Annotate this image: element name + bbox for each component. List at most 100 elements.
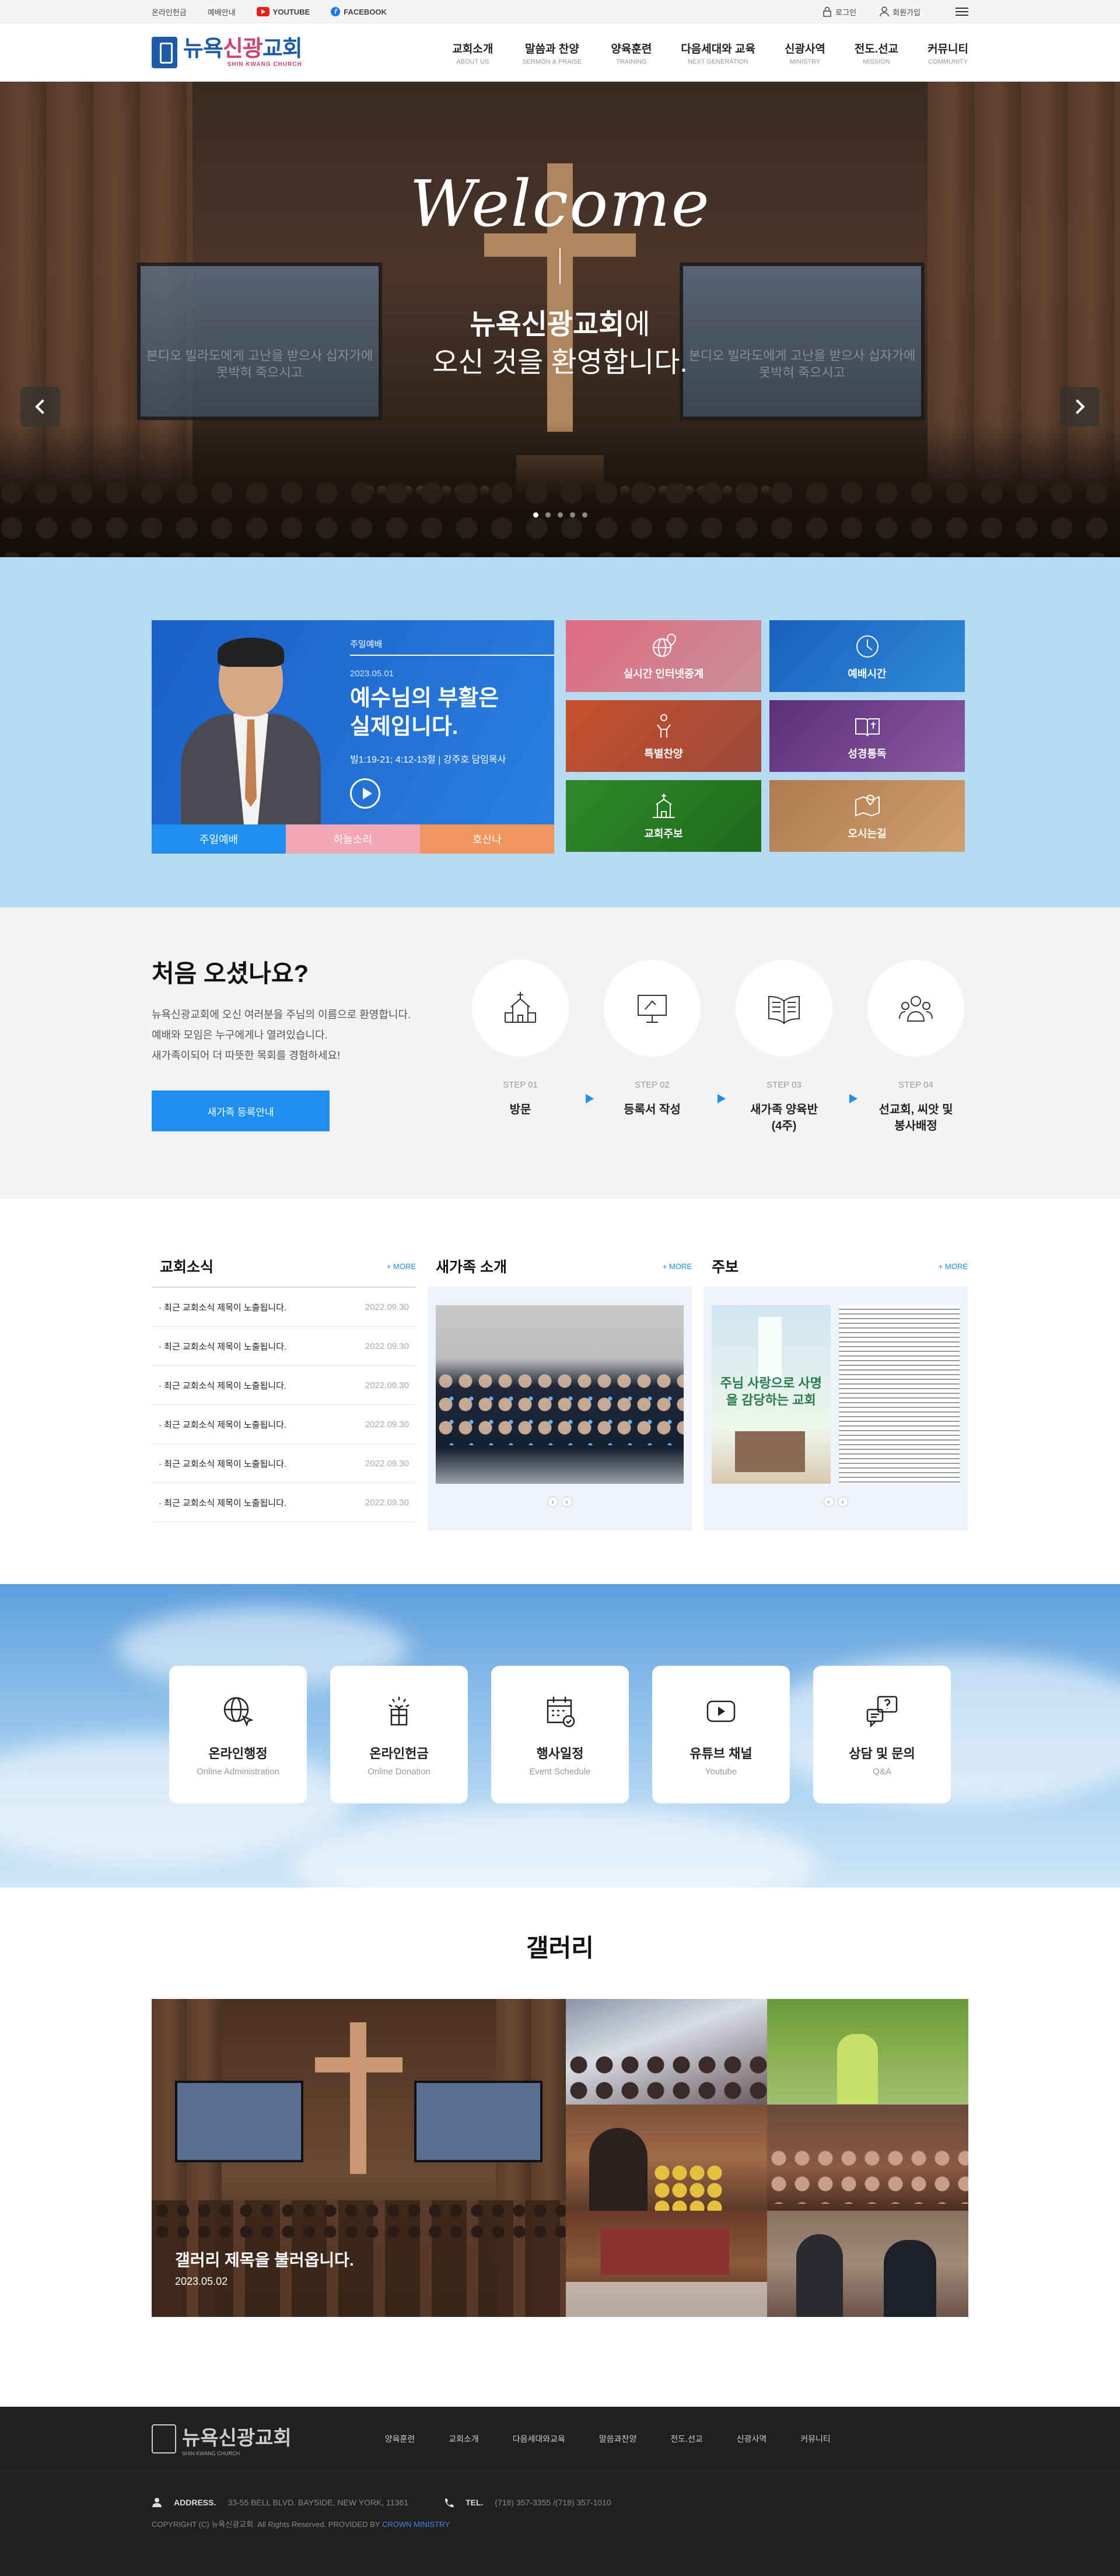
quick-live-stream[interactable]: 실시간 인터넷중계 <box>566 620 761 692</box>
quick-church-bulletin[interactable]: 교회주보 <box>566 780 761 852</box>
globe-pin-icon <box>652 633 676 657</box>
gallery-featured-photo[interactable]: 갤러리 제목을 불러옵니다. 2023.05.02 <box>152 1999 566 2317</box>
nav-community[interactable]: 커뮤니티 COMMUNITY <box>928 40 968 65</box>
site-footer: 뉴욕신광교회 SHIN KWANG CHURCH 양육훈련 교회소개 다음세대와… <box>0 2407 1120 2576</box>
facebook-link[interactable]: f FACEBOOK <box>331 7 387 16</box>
slider-dot[interactable] <box>557 512 563 518</box>
quick-online-admin[interactable]: 온라인행정 Online Administration <box>169 1666 307 1803</box>
quick-worship-time[interactable]: 예배시간 <box>769 620 965 692</box>
new-family-photo[interactable] <box>436 1305 684 1484</box>
news-title: 교회소식 <box>160 1259 214 1275</box>
slider-dot[interactable] <box>569 512 575 518</box>
step-name: 방문 <box>509 1103 531 1116</box>
footer-nav-item[interactable]: 말씀과찬양 <box>599 2433 636 2445</box>
hero-title: 뉴욕신광교회에 오신 것을 환영합니다. <box>432 309 688 378</box>
nav-ministry[interactable]: 신광사역 MINISTRY <box>785 40 825 65</box>
slider-dot[interactable] <box>533 512 538 518</box>
new-family-title: 새가족 소개 <box>436 1259 507 1275</box>
arrow-right-icon <box>849 1094 858 1103</box>
site-logo[interactable]: 뉴욕신광교회 SHIN KWANG CHURCH <box>152 37 303 68</box>
more-link[interactable]: + MORE <box>939 1262 968 1271</box>
gallery-caption-date: 2023.05.02 <box>175 2276 228 2287</box>
quick-bible-reading[interactable]: 성경통독 <box>769 700 965 772</box>
more-link[interactable]: + MORE <box>387 1262 416 1271</box>
hero-welcome-script: Welcome <box>410 166 710 241</box>
gallery-thumbnail[interactable] <box>566 1999 767 2105</box>
link-worship-info[interactable]: 예배안내 <box>208 6 236 18</box>
list-item[interactable]: · 최근 교회소식 제목이 노출됩니다. 2022.09.30 <box>152 1405 416 1444</box>
tab-hosanna[interactable]: 호산나 <box>420 824 554 854</box>
footer-nav-item[interactable]: 전도.선교 <box>670 2433 702 2445</box>
sermon-title[interactable]: 예수님의 부활은 실제입니다. <box>350 684 554 742</box>
sermon-date: 2023.05.01 <box>350 669 394 679</box>
login-link[interactable]: 로그인 <box>822 6 856 18</box>
sermon-label: 주일예배 <box>350 638 554 656</box>
bulletin-image[interactable]: 주님 사랑으로 사명을 감당하는 교회 <box>712 1305 960 1484</box>
sermon-reference: 빌1:19-21; 4:12-13절 | 강주호 담임목사 <box>350 754 506 765</box>
chat-question-icon <box>866 1696 898 1728</box>
new-member-button[interactable]: 새가족 등록안내 <box>152 1090 330 1132</box>
quick-qna[interactable]: 상담 및 문의 Q&A <box>813 1666 951 1803</box>
slider-dot[interactable] <box>545 512 551 518</box>
list-item[interactable]: · 최근 교회소식 제목이 노출됩니다. 2022.09.30 <box>152 1483 416 1522</box>
gallery-thumbnail[interactable] <box>767 2211 968 2317</box>
visit-title: 처음 오셨나요? <box>152 960 309 987</box>
list-item[interactable]: · 최근 교회소식 제목이 노출됩니다. 2022.09.30 <box>152 1288 416 1327</box>
prev-icon[interactable]: ‹ <box>547 1497 558 1507</box>
next-icon[interactable]: › <box>561 1497 572 1507</box>
facebook-icon: f <box>331 7 341 16</box>
gallery-thumbnail[interactable] <box>767 1999 968 2105</box>
quick-online-donation[interactable]: 온라인헌금 Online Donation <box>330 1666 468 1803</box>
list-item[interactable]: · 최근 교회소식 제목이 노출됩니다. 2022.09.30 <box>152 1444 416 1483</box>
nav-next-generation[interactable]: 다음세대와 교육 NEXT GENERATION <box>681 40 755 65</box>
tab-heavenly-sound[interactable]: 하늘소리 <box>286 824 420 854</box>
footer-nav-item[interactable]: 양육훈련 <box>385 2433 415 2445</box>
provider-link[interactable]: CROWN MINISTRY <box>382 2520 450 2529</box>
gallery-thumbnail[interactable] <box>566 2105 767 2211</box>
slider-dot[interactable] <box>582 512 587 518</box>
play-icon[interactable] <box>350 778 380 809</box>
hero-next-button[interactable] <box>1060 387 1100 427</box>
nav-about[interactable]: 교회소개 ABOUT US <box>452 40 493 65</box>
more-link[interactable]: + MORE <box>663 1262 692 1271</box>
quick-label: 오시는길 <box>848 827 887 840</box>
facebook-label: FACEBOOK <box>344 7 387 16</box>
link-online-offering[interactable]: 온라인헌금 <box>152 6 187 18</box>
youtube-link[interactable]: YOUTUBE <box>256 7 310 16</box>
step-number: STEP 02 <box>635 1080 670 1090</box>
gallery-grid: 갤러리 제목을 불러옵니다. 2023.05.02 <box>152 1999 968 2317</box>
next-icon[interactable]: › <box>837 1497 848 1507</box>
gallery-thumbnail[interactable] <box>566 2211 767 2317</box>
footer-nav-item[interactable]: 교회소개 <box>449 2433 479 2445</box>
quick-label: 성경통독 <box>848 747 887 760</box>
list-item[interactable]: · 최근 교회소식 제목이 노출됩니다. 2022.09.30 <box>152 1366 416 1405</box>
quick-label: 온라인행정 <box>208 1746 268 1761</box>
quick-special-praise[interactable]: 특별찬양 <box>566 700 761 772</box>
sermon-tabs: 주일예배 하늘소리 호산나 <box>152 824 554 854</box>
clock-icon <box>856 635 878 658</box>
nav-training[interactable]: 양육훈련 TRAINING <box>611 40 652 65</box>
footer-nav-item[interactable]: 커뮤니티 <box>800 2433 831 2445</box>
hero-divider <box>559 248 561 284</box>
quick-menu-grid: 실시간 인터넷중계 예배시간 특별찬양 성경통독 교회주보 오시는길 <box>566 620 965 854</box>
prev-icon[interactable]: ‹ <box>823 1497 834 1507</box>
chevron-right-icon <box>1070 399 1085 414</box>
footer-nav-item[interactable]: 신광사역 <box>737 2433 767 2445</box>
hamburger-menu-icon[interactable] <box>956 8 968 16</box>
quick-youtube-channel[interactable]: 유튜브 채널 Youtube <box>652 1666 790 1803</box>
join-link[interactable]: 회원가입 <box>880 6 921 18</box>
footer-logo[interactable]: 뉴욕신광교회 SHIN KWANG CHURCH <box>152 2422 292 2456</box>
list-item[interactable]: · 최근 교회소식 제목이 노출됩니다. 2022.09.30 <box>152 1327 416 1366</box>
gallery-thumbnail[interactable] <box>767 2105 968 2211</box>
tab-sunday-worship[interactable]: 주일예배 <box>152 824 286 854</box>
quick-directions[interactable]: 오시는길 <box>769 780 965 852</box>
first-visit-section: 처음 오셨나요? 뉴욕신광교회에 오신 여러분을 주님의 이름으로 환영합니다.… <box>0 907 1120 1199</box>
arrow-right-icon <box>586 1094 594 1103</box>
quick-label: 특별찬양 <box>644 747 683 760</box>
step-name: 새가족 양육반 (4주) <box>750 1103 818 1133</box>
nav-sermon[interactable]: 말씀과 찬양 SERMON & PRAISE <box>522 40 582 65</box>
quick-event-schedule[interactable]: 행사일정 Event Schedule <box>491 1666 629 1803</box>
footer-nav-item[interactable]: 다음세대와교육 <box>513 2433 565 2445</box>
hero-prev-button[interactable] <box>20 387 60 427</box>
nav-mission[interactable]: 전도.선교 MISSION <box>855 40 898 65</box>
